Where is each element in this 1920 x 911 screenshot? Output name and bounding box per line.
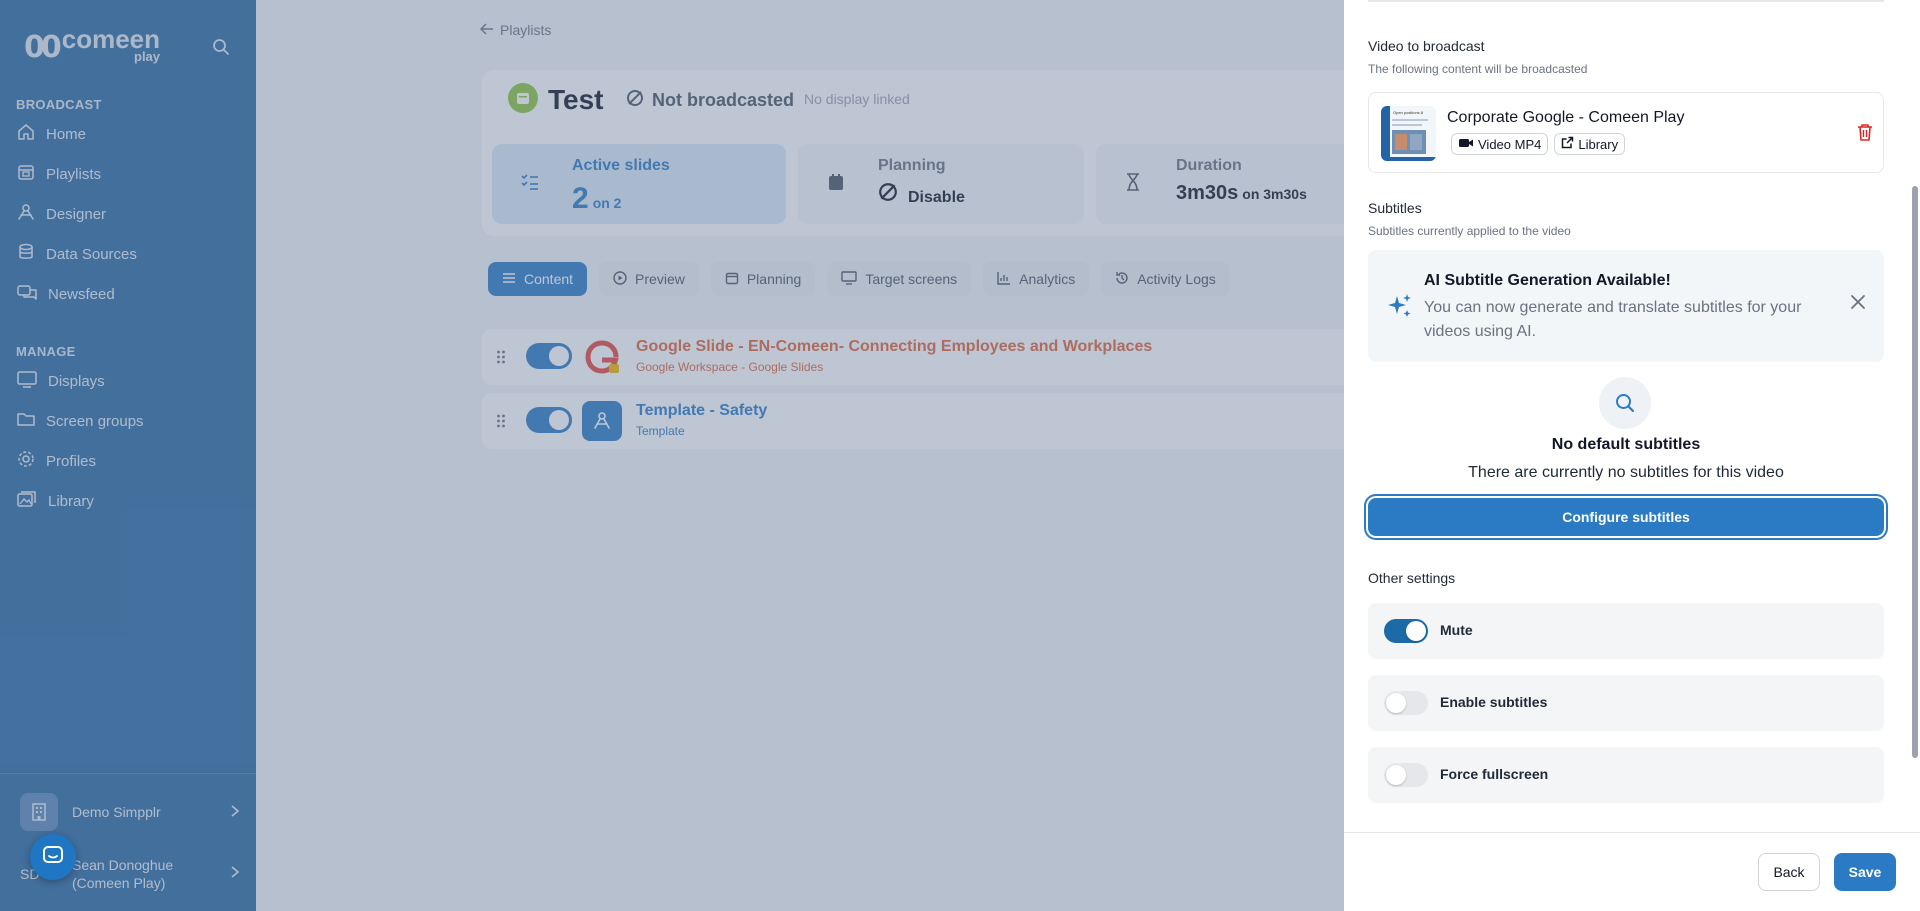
setting-mute: Mute — [1368, 603, 1884, 659]
ai-banner-text: You can now generate and translate subti… — [1424, 299, 1802, 340]
footer-divider — [1344, 832, 1920, 833]
other-settings-heading: Other settings — [1368, 570, 1456, 586]
setting-label: Enable subtitles — [1440, 694, 1548, 710]
empty-state-title: No default subtitles — [1551, 436, 1701, 453]
subtitles-heading: Subtitles — [1368, 200, 1422, 216]
force-fullscreen-toggle[interactable] — [1384, 763, 1428, 787]
external-link-icon — [1561, 136, 1574, 152]
setting-force-fullscreen: Force fullscreen — [1368, 747, 1884, 803]
trash-icon[interactable] — [1857, 123, 1873, 146]
divider — [1368, 0, 1884, 2]
setting-label: Mute — [1440, 622, 1473, 638]
video-subheading: The following content will be broadcaste… — [1368, 62, 1588, 76]
setting-enable-subtitles: Enable subtitles — [1368, 675, 1884, 731]
close-icon[interactable] — [1850, 294, 1866, 315]
ai-banner-title: AI Subtitle Generation Available! — [1424, 272, 1671, 289]
empty-state-text: There are currently no subtitles for thi… — [1468, 464, 1784, 481]
chat-icon — [42, 845, 64, 870]
enable-subtitles-toggle[interactable] — [1384, 691, 1428, 715]
video-card: Open positions 8 Corporate Google - Come… — [1368, 92, 1884, 173]
video-thumbnail: Open positions 8 — [1381, 106, 1436, 161]
video-type-badge: Video MP4 — [1451, 133, 1549, 155]
save-button[interactable]: Save — [1834, 853, 1896, 891]
subtitles-subheading: Subtitles currently applied to the video — [1368, 224, 1571, 238]
search-icon — [1599, 377, 1651, 429]
scrollbar-thumb[interactable] — [1912, 186, 1918, 758]
sparkles-icon — [1386, 292, 1414, 325]
video-camera-icon — [1458, 137, 1474, 152]
setting-label: Force fullscreen — [1440, 766, 1549, 782]
modal-backdrop[interactable] — [0, 0, 1344, 911]
ai-subtitle-banner: AI Subtitle Generation Available! You ca… — [1368, 250, 1884, 362]
back-button[interactable]: Back — [1758, 853, 1820, 891]
configure-subtitles-button[interactable]: Configure subtitles — [1368, 498, 1884, 536]
thumbnail-caption: Open positions 8 — [1393, 110, 1424, 115]
mute-toggle[interactable] — [1384, 619, 1428, 643]
video-heading: Video to broadcast — [1368, 38, 1485, 54]
video-title: Corporate Google - Comeen Play — [1447, 109, 1685, 126]
chat-launcher-button[interactable] — [30, 834, 76, 880]
video-settings-drawer: Video to broadcast The following content… — [1344, 0, 1920, 911]
library-link-badge[interactable]: Library — [1554, 133, 1626, 155]
